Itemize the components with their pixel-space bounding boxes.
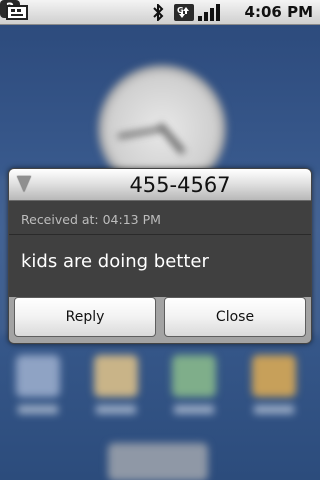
dialog-button-bar: Reply Close [9,297,311,343]
reply-button[interactable]: Reply [14,297,156,337]
phone-screen: G ? 4:06 PM 455-4567 Received at: 04:13 … [0,0,320,480]
app-icon [252,355,296,397]
divider [9,234,311,235]
app-icon [16,355,60,397]
status-bar: G ? 4:06 PM [0,0,320,25]
close-button[interactable]: Close [164,297,306,337]
received-label: Received at: [21,212,99,227]
sms-popup-dialog: 455-4567 Received at: 04:13 PM kids are … [8,168,312,344]
received-time: 04:13 PM [102,212,161,227]
app-icon [94,355,138,397]
dialog-title-bar: 455-4567 [9,169,311,201]
app-label [254,405,294,414]
data-transfer-icon: G [174,4,194,21]
dialog-body: Received at: 04:13 PM kids are doing bet… [9,201,311,297]
sender-number: 455-4567 [129,173,231,197]
keyboard-icon [6,5,28,20]
app-label [174,405,214,414]
launcher-dock [108,443,208,480]
app-label [18,405,58,414]
signal-icon [198,4,220,21]
received-row: Received at: 04:13 PM [21,212,161,228]
app-icon [172,355,216,397]
bluetooth-icon [153,4,164,21]
message-text: kids are doing better [21,251,209,272]
status-clock: 4:06 PM [244,3,313,21]
app-label [96,405,136,414]
